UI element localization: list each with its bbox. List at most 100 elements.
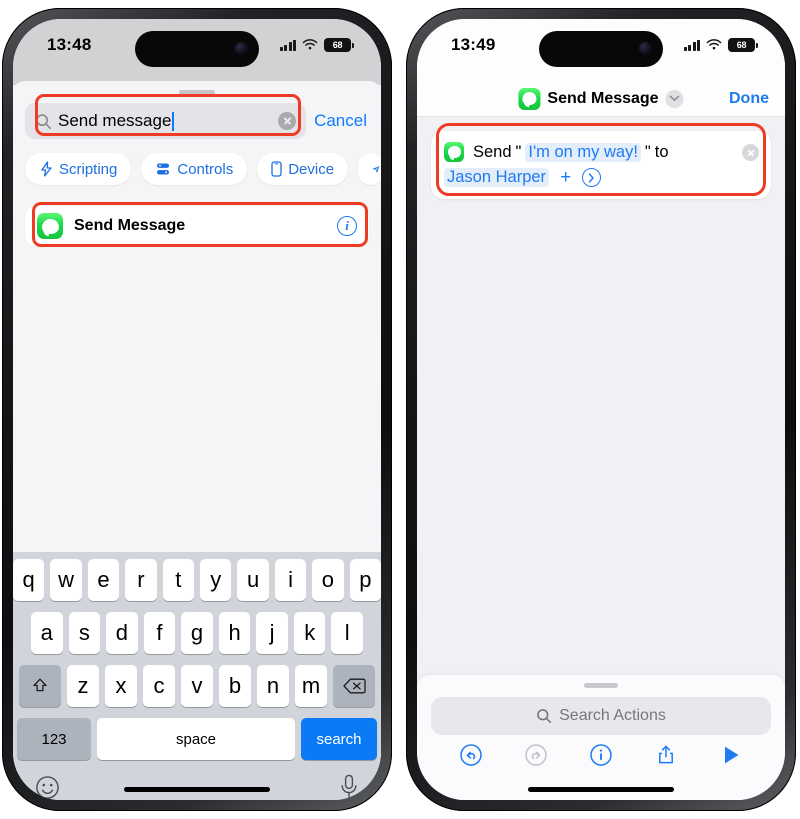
controls-icon <box>157 163 170 175</box>
action-line-2: Jason Harper + <box>444 168 758 187</box>
action-line-1: Send " I'm on my way! " to <box>444 142 758 162</box>
key-h[interactable]: h <box>218 612 251 654</box>
key-w[interactable]: w <box>50 559 82 601</box>
action-card-send-message[interactable]: Send " I'm on my way! " to Jason Harper … <box>431 131 771 199</box>
navigation-bar: Send Message Done <box>417 81 785 117</box>
key-x[interactable]: x <box>105 665 137 707</box>
clear-circle-icon[interactable] <box>278 112 297 130</box>
key-y[interactable]: y <box>200 559 232 601</box>
shift-up-arrow-icon[interactable] <box>19 665 61 707</box>
done-button[interactable]: Done <box>729 90 769 108</box>
chip-controls[interactable]: Controls <box>141 153 248 185</box>
home-indicator[interactable] <box>124 787 270 792</box>
cancel-button[interactable]: Cancel <box>314 111 369 131</box>
status-indicators: 68 <box>683 38 758 52</box>
share-up-arrow-icon[interactable] <box>653 742 679 768</box>
result-row-send-message[interactable]: Send Message i <box>25 206 369 246</box>
remove-x-circle-icon[interactable] <box>742 144 759 161</box>
chip-label: Controls <box>177 160 234 178</box>
status-time: 13:48 <box>47 35 92 54</box>
recipient-token[interactable]: Jason Harper <box>444 168 550 187</box>
key-d[interactable]: d <box>106 612 138 654</box>
search-actions-placeholder: Search Actions <box>559 707 666 724</box>
left-phone-screen: 13:48 68 Send message Cancel Scripting C… <box>13 19 381 800</box>
key-m[interactable]: m <box>295 665 327 707</box>
chevron-right-circle-icon[interactable] <box>582 168 602 187</box>
play-triangle-icon[interactable] <box>718 742 744 768</box>
home-indicator[interactable] <box>528 787 674 792</box>
search-icon <box>537 709 552 724</box>
dynamic-island <box>539 31 663 67</box>
battery-icon: 68 <box>728 38 758 52</box>
key-i[interactable]: i <box>274 559 307 601</box>
key-s[interactable]: s <box>68 612 101 654</box>
share-arrow-icon <box>372 165 380 173</box>
key-r[interactable]: r <box>125 559 157 601</box>
key-n[interactable]: n <box>257 665 289 707</box>
key-j[interactable]: j <box>256 612 288 654</box>
search-return-key[interactable]: search <box>301 718 377 760</box>
keyboard-utility-bar <box>13 760 381 800</box>
battery-level: 68 <box>332 40 343 50</box>
key-u[interactable]: u <box>237 559 269 601</box>
redo-arrow-icon[interactable] <box>523 742 549 768</box>
key-t[interactable]: t <box>162 559 194 601</box>
chip-scripting[interactable]: Scripting <box>25 153 132 185</box>
actions-bottom-sheet: Search Actions <box>417 675 785 800</box>
chip-label: Device <box>288 160 335 178</box>
key-q[interactable]: q <box>13 559 45 601</box>
key-v[interactable]: v <box>181 665 213 707</box>
dynamic-island <box>135 31 259 67</box>
right-phone-screen: 13:49 68 Send Message Done Send " I'm on… <box>417 19 785 800</box>
keyboard-row-3: z x c v b n m <box>13 665 381 707</box>
battery-level: 68 <box>736 40 747 50</box>
key-e[interactable]: e <box>87 559 120 601</box>
key-f[interactable]: f <box>143 612 176 654</box>
chip-label: Scripting <box>59 160 118 178</box>
microphone-icon[interactable] <box>339 774 359 800</box>
emoji-smiley-icon[interactable] <box>35 775 60 801</box>
screenshot-stage: 13:48 68 Send m essage Cancel Scripting C… <box>0 0 800 819</box>
key-b[interactable]: b <box>219 665 251 707</box>
info-circle-icon[interactable] <box>588 742 614 768</box>
nav-title-group[interactable]: Send Message <box>518 87 684 110</box>
search-actions-input[interactable]: Search Actions <box>431 697 771 735</box>
key-p[interactable]: p <box>349 559 381 601</box>
plus-icon[interactable]: + <box>560 168 571 187</box>
close-quote: " <box>644 142 651 161</box>
numbers-key[interactable]: 123 <box>17 718 91 760</box>
messages-app-icon <box>37 213 63 239</box>
key-z[interactable]: z <box>67 665 99 707</box>
wifi-icon <box>706 39 722 51</box>
cellular-bars-icon <box>279 39 296 51</box>
search-row: Send message Cancel <box>25 103 369 139</box>
status-time: 13:49 <box>451 35 496 54</box>
search-input-value: Send message <box>58 111 172 130</box>
space-key[interactable]: space <box>97 718 295 760</box>
keyboard-row-1: q w e r t y u i o p <box>13 559 381 601</box>
cellular-bars-icon <box>683 39 700 51</box>
chip-device[interactable]: Device <box>257 153 349 185</box>
chip-sharing[interactable] <box>358 153 381 185</box>
category-chip-row[interactable]: Scripting Controls Device <box>25 153 381 185</box>
key-c[interactable]: c <box>143 665 175 707</box>
info-circle-icon[interactable]: i <box>337 216 357 236</box>
wifi-icon <box>302 39 318 51</box>
search-input[interactable]: Send message <box>25 103 307 139</box>
key-a[interactable]: a <box>30 612 63 654</box>
battery-icon: 68 <box>324 38 354 52</box>
key-o[interactable]: o <box>312 559 344 601</box>
keyboard-row-4: 123 space search <box>13 718 381 760</box>
sheet-grabber[interactable] <box>584 683 618 688</box>
backspace-delete-icon[interactable] <box>333 665 375 707</box>
undo-arrow-icon[interactable] <box>458 742 484 768</box>
onscreen-keyboard[interactable]: q w e r t y u i o p a s d f g h j k l z … <box>13 552 381 800</box>
key-g[interactable]: g <box>181 612 213 654</box>
open-quote: " <box>515 142 522 161</box>
message-text-token[interactable]: I'm on my way! <box>525 142 641 162</box>
key-k[interactable]: k <box>293 612 326 654</box>
chevron-down-icon[interactable] <box>665 89 684 108</box>
action-verb: Send <box>473 142 512 161</box>
key-l[interactable]: l <box>331 612 364 654</box>
sheet-grabber[interactable] <box>179 90 215 95</box>
